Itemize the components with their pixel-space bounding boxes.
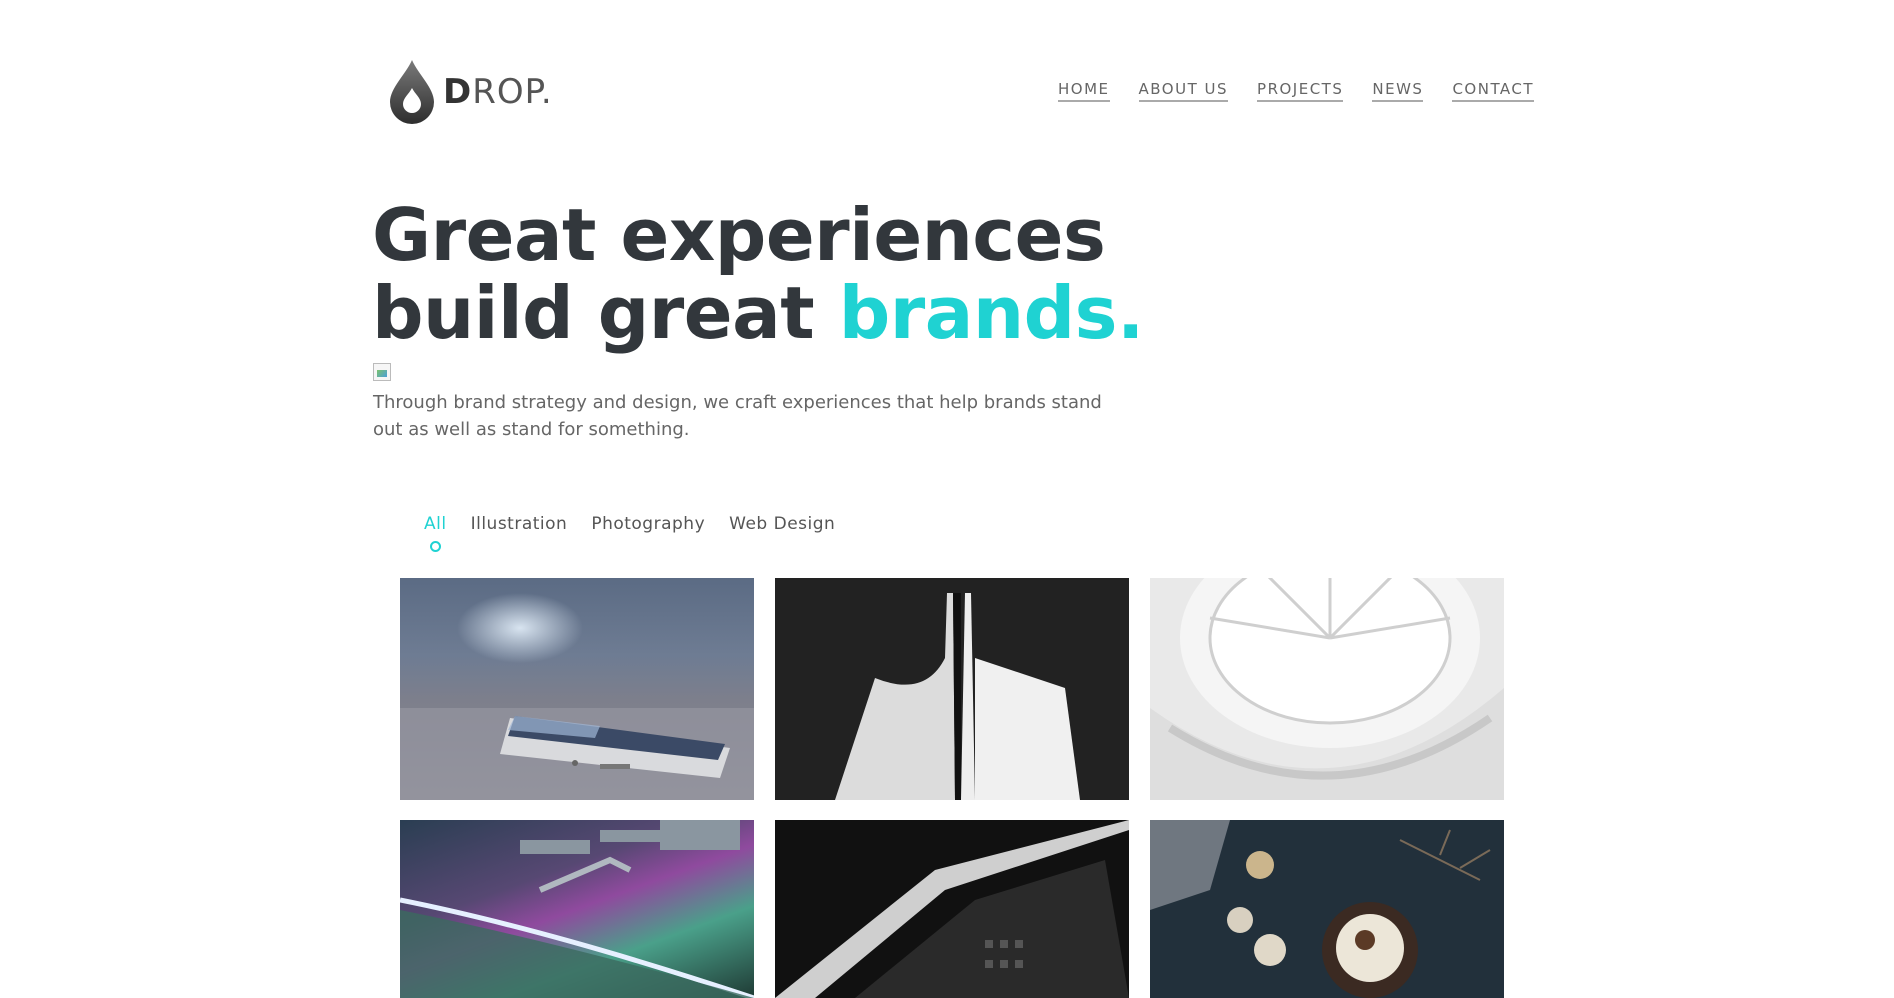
nav-contact[interactable]: CONTACT <box>1452 80 1535 102</box>
hero-title-line1: Great experiences <box>372 193 1106 277</box>
logo[interactable]: DROP. <box>388 58 553 126</box>
page: DROP. HOME ABOUT US PROJECTS NEWS CONTAC… <box>0 0 1894 998</box>
nav-projects[interactable]: PROJECTS <box>1257 80 1344 102</box>
atrium-photo <box>1150 578 1504 800</box>
portfolio-item-dark-building[interactable] <box>775 820 1129 998</box>
water-drop-icon <box>390 60 434 124</box>
space-photo <box>400 820 754 998</box>
nav-about-us[interactable]: ABOUT US <box>1138 80 1229 102</box>
food-photo <box>1150 820 1491 998</box>
portfolio-item-atrium[interactable] <box>1150 578 1504 800</box>
dark-building-photo <box>775 820 1129 998</box>
portfolio-item-food[interactable] <box>1150 820 1504 998</box>
hero-subtitle: Through brand strategy and design, we cr… <box>373 392 1102 440</box>
portfolio-filters: All Illustration Photography Web Design <box>424 514 859 552</box>
broken-image-icon <box>373 363 391 381</box>
logo-wordmark: DROP. <box>443 72 553 112</box>
filter-photography[interactable]: Photography <box>591 514 705 534</box>
portfolio-item-building[interactable] <box>775 578 1129 800</box>
phone-photo <box>400 708 754 800</box>
filter-illustration[interactable]: Illustration <box>471 514 568 534</box>
portfolio-item-space[interactable] <box>400 820 754 998</box>
nav-home[interactable]: HOME <box>1058 80 1110 102</box>
hero-title-accent: brands. <box>838 271 1145 355</box>
building-photo <box>835 593 1080 800</box>
filter-web-design[interactable]: Web Design <box>729 514 835 534</box>
filter-all[interactable]: All <box>424 514 447 552</box>
nav-news[interactable]: NEWS <box>1372 80 1424 102</box>
hero-title-line2: build great <box>372 271 839 355</box>
hero-title: Great experiences build great brands. <box>372 196 1144 352</box>
portfolio-item-phone[interactable] <box>400 578 754 800</box>
main-nav: HOME ABOUT US PROJECTS NEWS CONTACT <box>1058 80 1535 102</box>
